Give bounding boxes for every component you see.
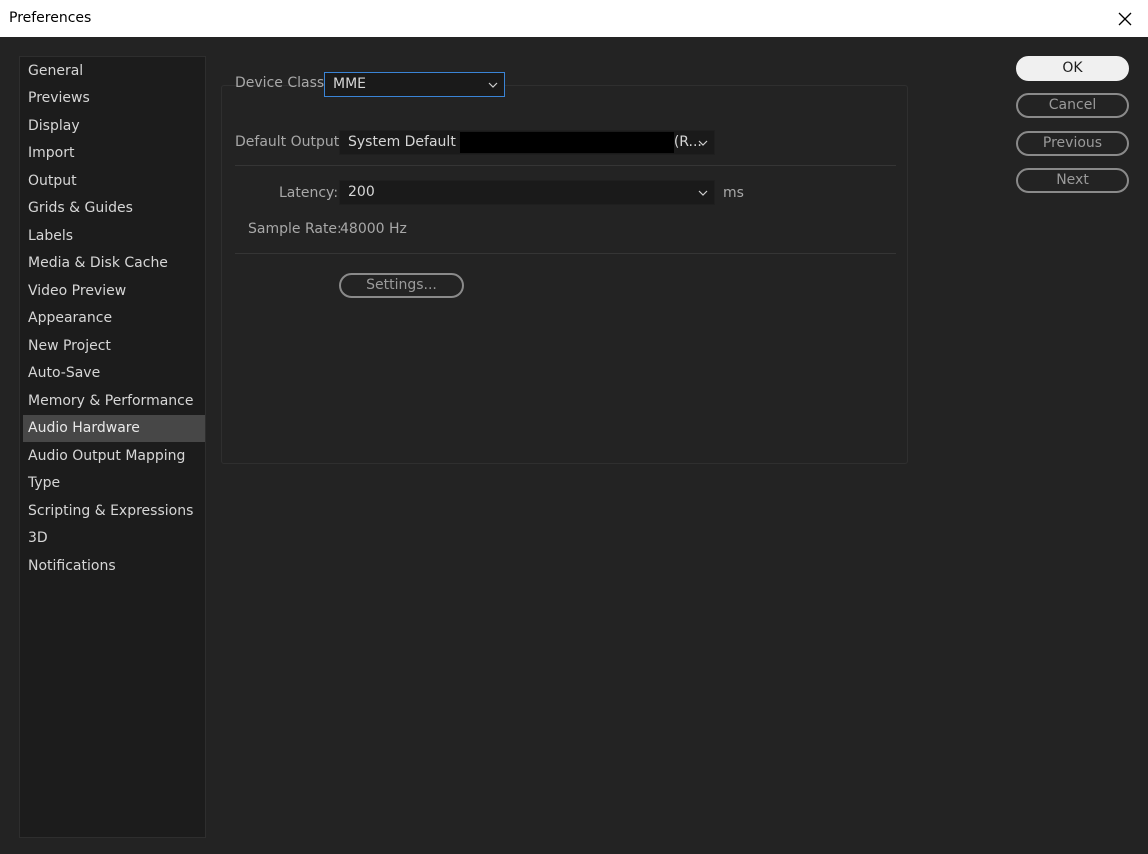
sidebar-item-labels[interactable]: Labels	[23, 223, 205, 250]
sidebar-item-import[interactable]: Import	[23, 140, 205, 167]
latency-label: Latency:	[279, 185, 339, 201]
close-icon	[1118, 12, 1132, 25]
sidebar-item-previews[interactable]: Previews	[23, 85, 205, 112]
sidebar-item-audio-hardware[interactable]: Audio Hardware	[23, 415, 205, 442]
chevron-down-icon	[488, 73, 498, 96]
chevron-down-icon	[698, 131, 708, 154]
sidebar-item-media-disk-cache[interactable]: Media & Disk Cache	[23, 250, 205, 277]
sample-rate-value: 48000 Hz	[340, 221, 407, 237]
sidebar-item-display[interactable]: Display	[23, 113, 205, 140]
sidebar-item-general[interactable]: General	[23, 58, 205, 85]
sidebar-item-auto-save[interactable]: Auto-Save	[23, 360, 205, 387]
previous-button[interactable]: Previous	[1016, 131, 1129, 156]
device-class-dropdown[interactable]: MME	[324, 72, 505, 97]
sample-rate-label: Sample Rate:	[248, 221, 342, 237]
ok-button[interactable]: OK	[1016, 56, 1129, 81]
device-class-value: MME	[333, 76, 367, 92]
sidebar-item-video-preview[interactable]: Video Preview	[23, 278, 205, 305]
title-bar: Preferences	[0, 0, 1148, 37]
sidebar-item-appearance[interactable]: Appearance	[23, 305, 205, 332]
sidebar-item-audio-output-mapping[interactable]: Audio Output Mapping	[23, 443, 205, 470]
settings-button[interactable]: Settings...	[339, 273, 464, 298]
redacted-device-name	[459, 131, 674, 153]
divider	[235, 253, 896, 254]
sidebar-item-notifications[interactable]: Notifications	[23, 553, 205, 580]
next-button[interactable]: Next	[1016, 168, 1129, 193]
chevron-down-icon	[698, 181, 708, 204]
sidebar-item-3d[interactable]: 3D	[23, 525, 205, 552]
latency-value: 200	[348, 184, 375, 200]
sidebar-item-output[interactable]: Output	[23, 168, 205, 195]
cancel-button[interactable]: Cancel	[1016, 93, 1129, 118]
default-output-value: System Default	[348, 134, 456, 150]
window-title: Preferences	[9, 10, 92, 26]
sidebar-item-new-project[interactable]: New Project	[23, 333, 205, 360]
sidebar-item-memory-performance[interactable]: Memory & Performance	[23, 388, 205, 415]
sidebar-item-grids-guides[interactable]: Grids & Guides	[23, 195, 205, 222]
default-output-dropdown[interactable]: System Default (R...	[339, 130, 715, 155]
divider	[235, 165, 896, 166]
sidebar-item-type[interactable]: Type	[23, 470, 205, 497]
latency-unit: ms	[723, 185, 744, 201]
preferences-sidebar: General Previews Display Import Output G…	[19, 56, 206, 838]
latency-dropdown[interactable]: 200	[339, 180, 715, 205]
default-output-label: Default Output:	[235, 134, 344, 150]
device-class-label: Device Class:	[235, 75, 329, 91]
close-button[interactable]	[1102, 0, 1148, 37]
sidebar-item-scripting-expressions[interactable]: Scripting & Expressions	[23, 498, 205, 525]
